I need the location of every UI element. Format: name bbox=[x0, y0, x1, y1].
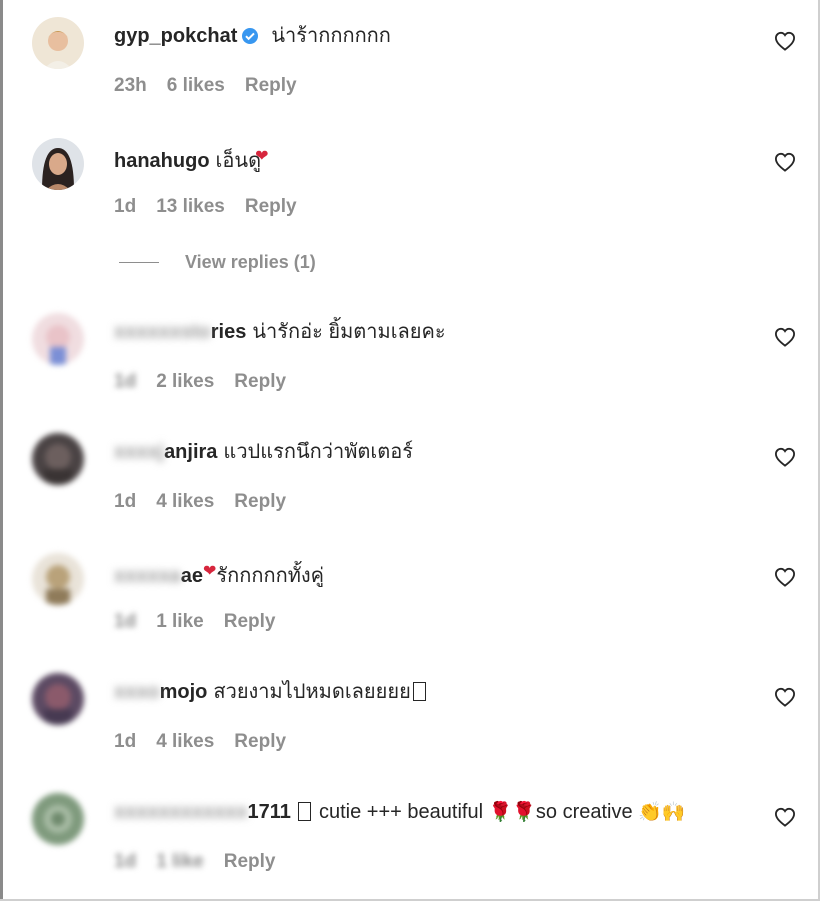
comment-text: รักกกกกทั้งคู่ bbox=[216, 565, 325, 587]
comment-text: น่ารักอ่ะ ยิ้มตามเลยคะ bbox=[252, 321, 446, 343]
username-redacted: xxxxxa bbox=[114, 565, 181, 587]
comment-time[interactable]: 1d bbox=[114, 371, 136, 393]
username-redacted: xxxxj bbox=[114, 441, 165, 463]
heart-outline-icon[interactable] bbox=[774, 31, 796, 51]
comment-meta: 1d 13 likes Reply bbox=[114, 196, 297, 218]
comment-meta: 1d 2 likes Reply bbox=[114, 371, 286, 393]
username-visible: anjira bbox=[164, 441, 218, 463]
username[interactable]: hanahugo bbox=[114, 150, 210, 172]
clapping-hands-emoji-icon: 👏 bbox=[638, 802, 662, 823]
comment-item: xxxxjanjira แวปแรกนึกว่าพัตเตอร์ 1d 4 lik… bbox=[0, 433, 820, 543]
like-count[interactable]: 1 like bbox=[156, 851, 204, 873]
avatar[interactable] bbox=[32, 433, 84, 485]
verified-badge-icon bbox=[241, 26, 259, 52]
comment-line: gyp_pokchat น่าร้ากกกกกก bbox=[114, 23, 391, 52]
comment-item: xxxxxxxxxxxx1711 cutie +++ beautiful 🌹🌹s… bbox=[0, 793, 820, 903]
username-visible: 1711 bbox=[247, 801, 291, 823]
view-replies-button[interactable]: View replies (1) bbox=[119, 252, 316, 273]
missing-glyph-icon bbox=[298, 802, 312, 821]
comment-line: xxxxxxxxxxxx1711 cutie +++ beautiful 🌹🌹s… bbox=[114, 799, 686, 826]
comment-time[interactable]: 1d bbox=[114, 491, 136, 513]
comment-meta: 1d 4 likes Reply bbox=[114, 731, 286, 753]
avatar[interactable] bbox=[32, 17, 84, 69]
comment-line: hanahugo เอ็นดู❤ bbox=[114, 144, 268, 174]
comment-meta: 1d 1 like Reply bbox=[114, 851, 275, 873]
like-count[interactable]: 4 likes bbox=[156, 731, 214, 753]
heart-outline-icon[interactable] bbox=[774, 152, 796, 172]
red-heart-emoji-icon: ❤ bbox=[203, 563, 217, 580]
username[interactable]: xxxxxxxxxxxx1711 bbox=[114, 801, 291, 823]
comment-item: xxxxxxstories น่ารักอ่ะ ยิ้มตามเลยคะ 1d 2… bbox=[0, 313, 820, 423]
missing-glyph-icon bbox=[412, 682, 426, 701]
heart-outline-icon[interactable] bbox=[774, 567, 796, 587]
like-count[interactable]: 1 like bbox=[156, 611, 204, 633]
comment-time[interactable]: 1d bbox=[114, 611, 136, 633]
heart-outline-icon[interactable] bbox=[774, 327, 796, 347]
username[interactable]: xxxxjanjira bbox=[114, 441, 217, 463]
like-count[interactable]: 2 likes bbox=[156, 371, 214, 393]
comment-line: xxxxxxstories น่ารักอ่ะ ยิ้มตามเลยคะ bbox=[114, 319, 446, 345]
comment-meta: 23h 6 likes Reply bbox=[114, 75, 297, 97]
avatar[interactable] bbox=[32, 673, 84, 725]
comment-line: xxxomojo สวยงามไปหมดเลยยยย bbox=[114, 679, 426, 705]
comment-time[interactable]: 1d bbox=[114, 851, 136, 873]
comment-item: xxxomojo สวยงามไปหมดเลยยยย 1d 4 likes Rep… bbox=[0, 673, 820, 783]
comment-time[interactable]: 1d bbox=[114, 196, 136, 218]
heart-outline-icon[interactable] bbox=[774, 687, 796, 707]
username[interactable]: xxxxxxstories bbox=[114, 321, 246, 343]
reply-button[interactable]: Reply bbox=[245, 196, 297, 218]
avatar[interactable] bbox=[32, 793, 84, 845]
reply-button[interactable]: Reply bbox=[224, 851, 276, 873]
username-redacted: xxxxxxxxxxxx bbox=[114, 801, 248, 823]
username-visible: mojo bbox=[159, 681, 208, 703]
username[interactable]: xxxomojo bbox=[114, 681, 207, 703]
comment-meta: 1d 1 like Reply bbox=[114, 611, 275, 633]
like-count[interactable]: 6 likes bbox=[167, 75, 225, 97]
comment-line: xxxxxaae❤รักกกกกทั้งคู่ bbox=[114, 559, 324, 589]
comment-item: xxxxxaae❤รักกกกกทั้งคู่ 1d 1 like Reply bbox=[0, 553, 820, 663]
username-visible: ries bbox=[210, 321, 247, 343]
reply-button[interactable]: Reply bbox=[234, 371, 286, 393]
reply-button[interactable]: Reply bbox=[224, 611, 276, 633]
like-count[interactable]: 13 likes bbox=[156, 196, 225, 218]
username-redacted: xxxxxxsto bbox=[114, 321, 211, 343]
comment-text: แวปแรกนึกว่าพัตเตอร์ bbox=[223, 441, 413, 463]
raising-hands-emoji-icon: 🙌 bbox=[661, 802, 686, 823]
comment-item: gyp_pokchat น่าร้ากกกกกก 23h 6 likes Repl… bbox=[0, 17, 820, 127]
comment-text-2: so creative bbox=[535, 801, 633, 823]
username-redacted: xxxo bbox=[114, 681, 160, 703]
red-heart-emoji-icon: ❤ bbox=[255, 148, 269, 165]
heart-outline-icon[interactable] bbox=[774, 807, 796, 827]
heart-outline-icon[interactable] bbox=[774, 447, 796, 467]
like-count[interactable]: 4 likes bbox=[156, 491, 214, 513]
comment-item: hanahugo เอ็นดู❤ 1d 13 likes Reply bbox=[0, 138, 820, 248]
comment-text: cutie +++ beautiful bbox=[319, 801, 484, 823]
comment-text: น่าร้ากกกกกก bbox=[271, 25, 391, 47]
comment-text: สวยงามไปหมดเลยยยย bbox=[213, 681, 411, 703]
avatar[interactable] bbox=[32, 553, 84, 605]
replies-divider bbox=[119, 262, 159, 263]
rose-emoji-icon: 🌹🌹 bbox=[488, 802, 536, 823]
username-visible: ae bbox=[180, 565, 203, 587]
username[interactable]: xxxxxaae bbox=[114, 565, 203, 587]
reply-button[interactable]: Reply bbox=[245, 75, 297, 97]
avatar[interactable] bbox=[32, 313, 84, 365]
username[interactable]: gyp_pokchat bbox=[114, 25, 237, 47]
comment-time[interactable]: 1d bbox=[114, 731, 136, 753]
avatar[interactable] bbox=[32, 138, 84, 190]
comment-time[interactable]: 23h bbox=[114, 75, 147, 97]
comment-meta: 1d 4 likes Reply bbox=[114, 491, 286, 513]
comment-line: xxxxjanjira แวปแรกนึกว่าพัตเตอร์ bbox=[114, 439, 413, 465]
view-replies-label: View replies (1) bbox=[185, 252, 316, 272]
reply-button[interactable]: Reply bbox=[234, 491, 286, 513]
reply-button[interactable]: Reply bbox=[234, 731, 286, 753]
